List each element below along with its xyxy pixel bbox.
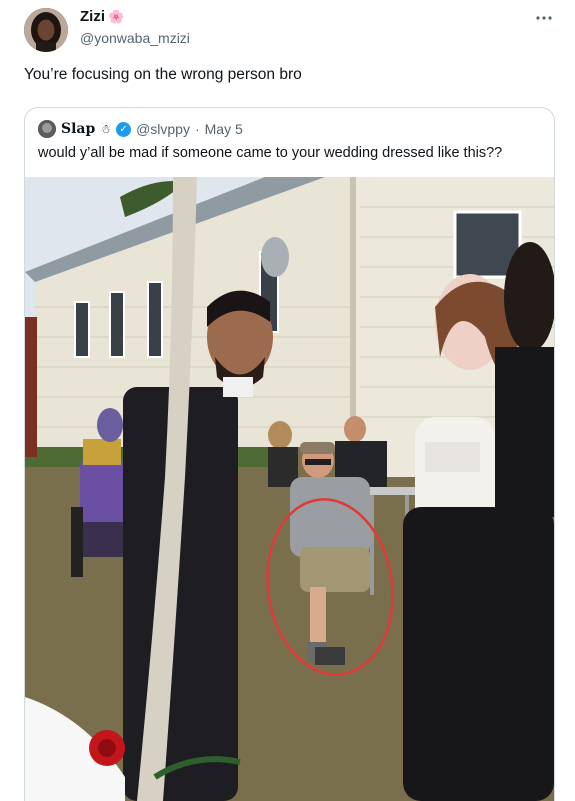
quoted-author-avatar[interactable] (38, 120, 56, 138)
tweet-text: You’re focusing on the wrong person bro (24, 66, 302, 83)
quoted-header: Slap ☃ ✓ @slvppy · May 5 (38, 120, 243, 138)
flower-emoji-icon: 🌸 (108, 8, 125, 24)
more-dots-icon[interactable] (535, 8, 553, 26)
author-avatar[interactable] (24, 8, 68, 52)
quoted-author-name[interactable]: Slap (61, 121, 95, 137)
tweet[interactable]: Zizi 🌸 @yonwaba_mzizi You’re focusing on… (0, 0, 575, 801)
quoted-text: would y’all be mad if someone came to yo… (38, 145, 503, 161)
author-handle[interactable]: @yonwaba_mzizi (80, 30, 190, 46)
quoted-handle[interactable]: @slvppy (136, 121, 190, 137)
wedding-photo[interactable] (25, 177, 554, 801)
snowman-emoji-icon: ☃ (100, 122, 112, 136)
author-name[interactable]: Zizi (80, 8, 105, 25)
quoted-tweet[interactable]: Slap ☃ ✓ @slvppy · May 5 would y’all be … (24, 107, 555, 801)
separator-dot: · (194, 121, 200, 137)
quoted-date[interactable]: May 5 (205, 121, 243, 137)
verified-badge-icon: ✓ (116, 121, 132, 137)
author-name-row[interactable]: Zizi 🌸 (80, 8, 124, 25)
